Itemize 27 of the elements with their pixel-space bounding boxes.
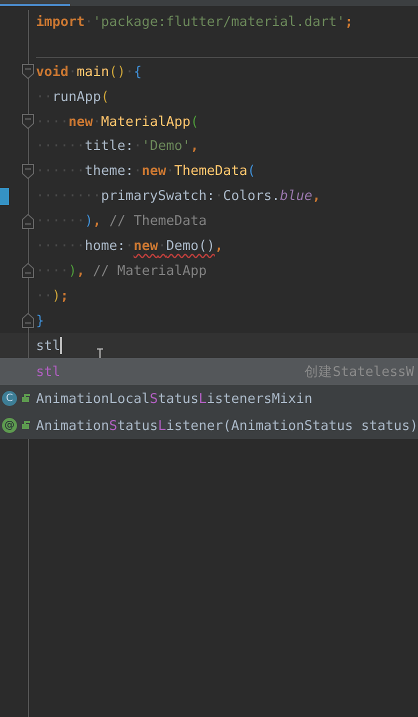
code-line: ······), // ThemeData xyxy=(36,213,207,230)
code-line: ····new·MaterialApp( xyxy=(36,114,199,130)
code-line: ··); xyxy=(36,288,69,304)
code-line: import·'package:flutter/material.dart'; xyxy=(36,14,354,30)
fold-icon[interactable] xyxy=(22,214,34,229)
code-line: ········primarySwatch:·Colors.blue, xyxy=(36,188,321,204)
code-line: stl xyxy=(36,338,60,354)
code-line: ····), // MaterialApp xyxy=(36,262,207,279)
fold-icon[interactable] xyxy=(22,64,34,80)
code-line: ······theme:·new·ThemeData( xyxy=(36,163,256,180)
code-line: ··runApp( xyxy=(36,88,110,105)
method-icon: @ xyxy=(2,418,17,433)
code-line: ······title:·'Demo', xyxy=(36,138,199,154)
fold-icon[interactable] xyxy=(22,263,34,278)
fold-icon[interactable] xyxy=(22,164,34,179)
public-access-icon xyxy=(22,394,30,402)
text-caret xyxy=(60,337,62,354)
completion-item[interactable]: @ AnimationStatusListener(AnimationStatus status) xyxy=(0,412,418,439)
fold-icon[interactable] xyxy=(22,313,34,328)
active-tab-indicator xyxy=(0,4,70,6)
class-icon: C xyxy=(2,391,17,406)
fold-icon[interactable] xyxy=(22,114,34,130)
code-line: void·main()·{ xyxy=(36,64,142,80)
code-line: } xyxy=(36,312,44,329)
public-access-icon xyxy=(22,421,30,429)
code-line: ······home:·new·Demo(), xyxy=(36,238,224,254)
completion-item[interactable]: C AnimationLocalStatusListenersMixin xyxy=(0,385,418,412)
